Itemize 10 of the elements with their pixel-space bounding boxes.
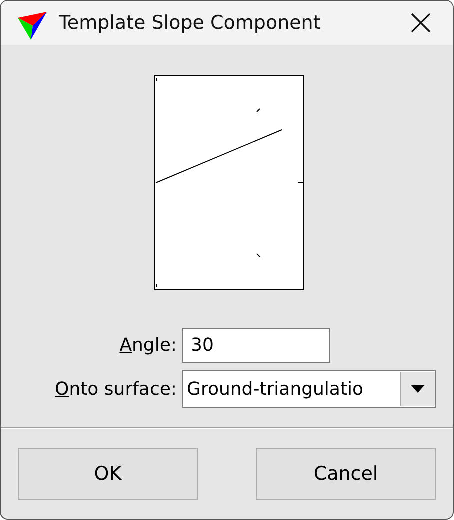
angle-input[interactable]: 30 (182, 328, 330, 363)
dialog-button[interactable]: OK (18, 448, 198, 500)
surface-dropdown[interactable]: Ground-triangulatio (182, 370, 436, 408)
close-icon[interactable] (411, 13, 431, 33)
field-label: Angle: (120, 335, 177, 356)
window-title: Template Slope Component (59, 12, 322, 34)
app-icon (17, 10, 47, 40)
dialog-button[interactable]: Cancel (256, 448, 436, 500)
dropdown-arrow-icon (411, 385, 425, 393)
field-label: Onto surface: (55, 378, 177, 400)
